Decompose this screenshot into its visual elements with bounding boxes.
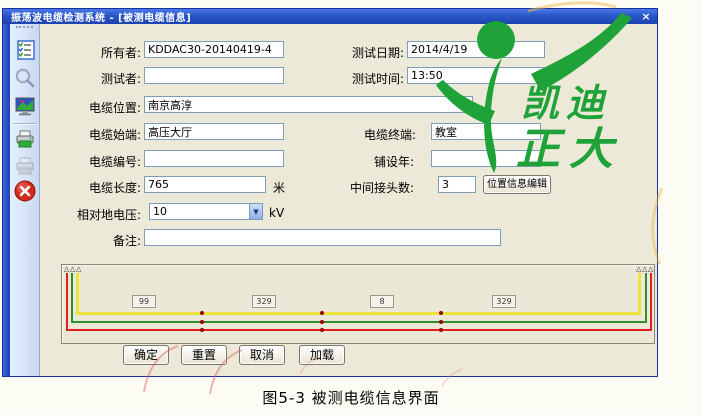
close-icon[interactable]: × (639, 11, 653, 23)
dock-strip (3, 24, 10, 376)
start-label: 电缆始端: (46, 126, 141, 143)
joint-marker[interactable] (439, 311, 443, 315)
print-disabled-icon (13, 154, 37, 178)
app-window: 振荡波电缆检测系统 - [被测电缆信息] × (2, 8, 658, 377)
length-unit: 米 (273, 179, 285, 196)
owner-input[interactable] (144, 41, 284, 58)
search-icon[interactable] (13, 66, 37, 90)
phase-red-left (66, 273, 68, 331)
tester-label: 测试者: (46, 70, 141, 87)
phase-arrow-icon: △ (648, 266, 653, 273)
segment-length-box[interactable]: 329 (492, 295, 516, 308)
toolbar-grip-handle[interactable] (16, 26, 33, 32)
phase-yellow-right (638, 273, 641, 314)
cable-diagram-panel: △ △ △ △ △ △ (61, 264, 655, 344)
title-bar[interactable]: 振荡波电缆检测系统 - [被测电缆信息] × (3, 9, 657, 24)
time-label: 测试时间: (341, 70, 404, 87)
end-label: 电缆终端: (346, 126, 416, 143)
joint-marker[interactable] (439, 328, 443, 332)
joint-marker[interactable] (320, 320, 324, 324)
voltage-label: 相对地电压: (41, 206, 141, 223)
phase-red-right (650, 273, 652, 331)
cancel-button[interactable]: 取消 (239, 345, 285, 365)
tester-input[interactable] (144, 67, 284, 84)
remarks-input[interactable] (144, 229, 501, 246)
joints-input[interactable] (438, 176, 476, 193)
joint-marker[interactable] (200, 328, 204, 332)
phase-yellow-left (76, 273, 79, 314)
length-input[interactable] (144, 176, 266, 193)
owner-label: 所有者: (46, 44, 141, 61)
chevron-down-icon[interactable]: ▼ (249, 204, 262, 219)
number-label: 电缆编号: (46, 153, 141, 170)
phase-red-line (66, 329, 652, 331)
joint-marker[interactable] (439, 320, 443, 324)
exit-icon[interactable] (13, 179, 37, 203)
print-icon[interactable] (13, 127, 37, 151)
phase-arrow-icon: △ (636, 266, 641, 273)
joint-marker[interactable] (320, 328, 324, 332)
phase-arrow-icon: △ (642, 266, 647, 273)
phase-arrow-icon: △ (76, 266, 81, 273)
joints-label: 中间接头数: (336, 179, 414, 196)
load-button[interactable]: 加载 (299, 345, 345, 365)
phase-yellow-line (76, 312, 641, 315)
time-input[interactable] (407, 67, 545, 84)
location-input[interactable] (144, 96, 473, 113)
window-title: 振荡波电缆检测系统 - [被测电缆信息] (11, 9, 639, 24)
voltage-unit: kV (269, 206, 284, 220)
phase-arrow-icon: △ (64, 266, 69, 273)
segment-length-box[interactable]: 329 (252, 295, 276, 308)
phase-green-right (645, 273, 647, 323)
date-label: 测试日期: (341, 44, 404, 61)
voltage-select[interactable]: 10 ▼ (149, 203, 263, 220)
toolbar-separator (13, 123, 37, 125)
voltage-selected-value: 10 (150, 205, 249, 218)
edit-position-button[interactable]: 位置信息编辑 (483, 175, 551, 194)
length-label: 电缆长度: (46, 179, 141, 196)
reset-button[interactable]: 重置 (181, 345, 227, 365)
start-input[interactable] (144, 123, 284, 140)
left-toolbar (10, 24, 40, 376)
segment-length-box[interactable]: 99 (132, 295, 156, 308)
joint-marker[interactable] (320, 311, 324, 315)
number-input[interactable] (144, 150, 284, 167)
end-input[interactable] (431, 123, 541, 140)
page-root: 振荡波电缆检测系统 - [被测电缆信息] × (0, 0, 702, 415)
analysis-screen-icon[interactable] (13, 94, 37, 118)
date-input[interactable] (407, 41, 545, 58)
task-list-icon[interactable] (13, 38, 37, 62)
joint-marker[interactable] (200, 311, 204, 315)
segment-length-box[interactable]: 8 (370, 295, 394, 308)
year-input[interactable] (431, 150, 541, 167)
phase-green-line (71, 321, 647, 323)
phase-green-left (71, 273, 73, 323)
year-label: 铺设年: (356, 153, 414, 170)
ok-button[interactable]: 确定 (123, 345, 169, 365)
joint-marker[interactable] (200, 320, 204, 324)
phase-arrow-icon: △ (70, 266, 75, 273)
location-label: 电缆位置: (46, 99, 141, 116)
figure-caption: 图5-3 被测电缆信息界面 (0, 387, 702, 408)
remarks-label: 备注: (46, 232, 141, 249)
